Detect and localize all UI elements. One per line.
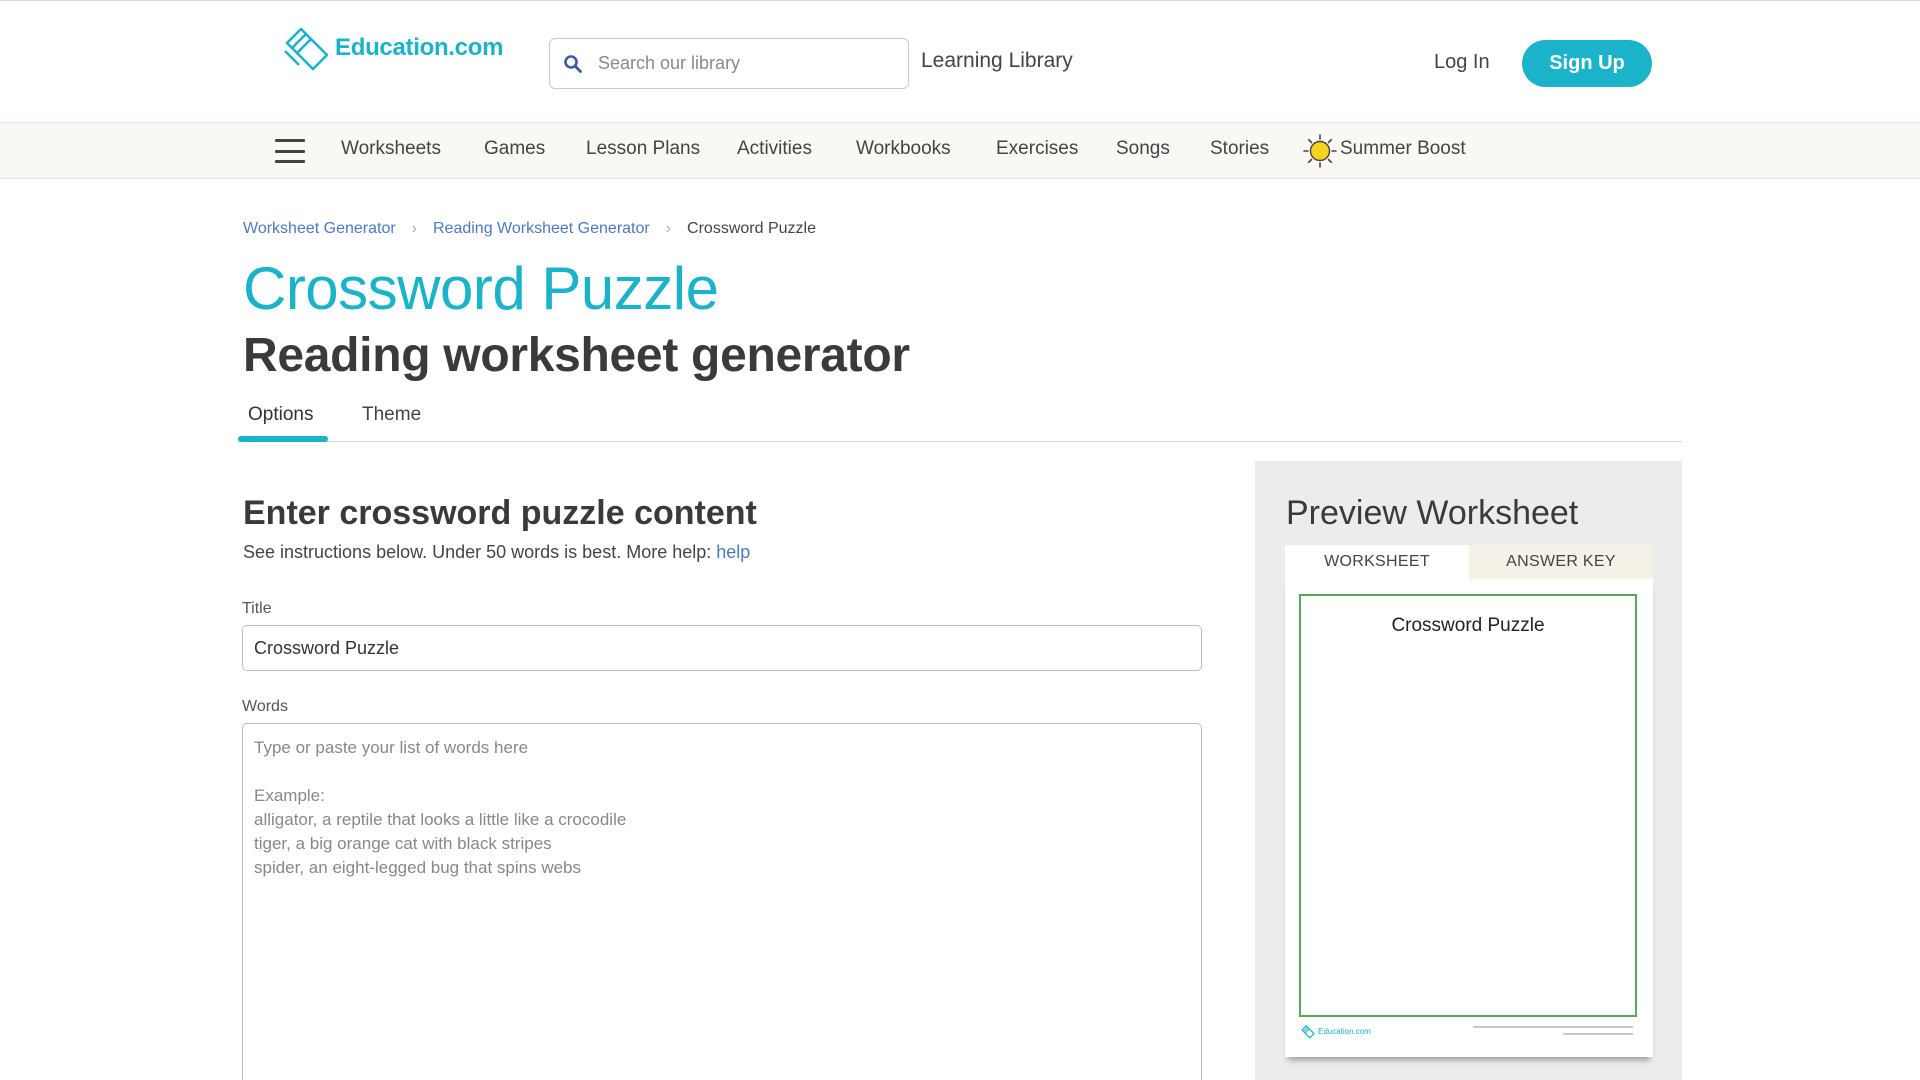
breadcrumb: Worksheet Generator › Reading Worksheet …	[243, 220, 816, 238]
signup-button[interactable]: Sign Up	[1522, 40, 1652, 87]
nav-songs[interactable]: Songs	[1116, 138, 1170, 160]
breadcrumb-current: Crossword Puzzle	[687, 220, 816, 237]
nav-exercises[interactable]: Exercises	[996, 138, 1078, 160]
nav-worksheets[interactable]: Worksheets	[341, 138, 441, 160]
logo-text: Education.com	[335, 34, 504, 61]
top-header: Education.com Learning Library Log In Si…	[0, 0, 1920, 122]
tab-options[interactable]: Options	[248, 404, 313, 426]
worksheet-logo: Education.com	[1300, 1024, 1371, 1039]
preview-tab-answer-key[interactable]: ANSWER KEY	[1469, 545, 1653, 579]
worksheet-title: Crossword Puzzle	[1391, 615, 1545, 636]
worksheet-fine-print	[1473, 1026, 1633, 1035]
preview-heading: Preview Worksheet	[1286, 494, 1579, 532]
menu-icon[interactable]	[275, 139, 305, 163]
chevron-right-icon: ›	[665, 220, 672, 237]
learning-library-link[interactable]: Learning Library	[921, 49, 1073, 73]
form-help: See instructions below. Under 50 words i…	[243, 542, 750, 563]
site-logo[interactable]: Education.com	[281, 23, 503, 73]
search-input[interactable]	[598, 53, 888, 74]
chevron-right-icon: ›	[411, 220, 417, 237]
sun-icon	[1303, 134, 1337, 168]
preview-panel: Preview Worksheet WORKSHEET ANSWER KEY C…	[1255, 461, 1682, 1080]
worksheet-logo-text: Education.com	[1318, 1027, 1371, 1036]
tab-bar: Options Theme	[238, 400, 1682, 442]
nav-lesson-plans[interactable]: Lesson Plans	[586, 138, 700, 160]
search-icon	[564, 54, 582, 73]
logo-icon	[1301, 1025, 1315, 1039]
help-link[interactable]: help	[716, 542, 750, 562]
page-title: Crossword Puzzle	[243, 255, 719, 322]
nav-stories[interactable]: Stories	[1210, 138, 1269, 160]
breadcrumb-reading-worksheet-generator[interactable]: Reading Worksheet Generator	[433, 220, 650, 238]
title-label: Title	[242, 600, 272, 617]
nav-workbooks[interactable]: Workbooks	[856, 138, 951, 160]
page-subtitle: Reading worksheet generator	[243, 329, 910, 382]
form-help-text: See instructions below. Under 50 words i…	[243, 542, 712, 562]
worksheet-preview: Crossword Puzzle Education.com	[1285, 579, 1653, 1057]
search-box[interactable]	[549, 38, 909, 89]
nav-games[interactable]: Games	[484, 138, 545, 160]
words-label: Words	[242, 698, 288, 715]
worksheet-frame: Crossword Puzzle	[1299, 594, 1637, 1017]
logo-icon	[284, 27, 329, 71]
active-tab-indicator	[238, 436, 328, 442]
main-nav: Worksheets Games Lesson Plans Activities…	[0, 122, 1920, 179]
nav-summer-boost[interactable]: Summer Boost	[1340, 138, 1466, 160]
words-textarea[interactable]: Type or paste your list of words here Ex…	[242, 723, 1202, 1080]
preview-tab-worksheet[interactable]: WORKSHEET	[1285, 545, 1469, 579]
tab-theme[interactable]: Theme	[362, 404, 421, 426]
breadcrumb-worksheet-generator[interactable]: Worksheet Generator	[243, 220, 396, 238]
login-link[interactable]: Log In	[1434, 51, 1490, 74]
nav-activities[interactable]: Activities	[737, 138, 812, 160]
form-heading: Enter crossword puzzle content	[243, 494, 757, 532]
title-field[interactable]	[242, 625, 1202, 671]
